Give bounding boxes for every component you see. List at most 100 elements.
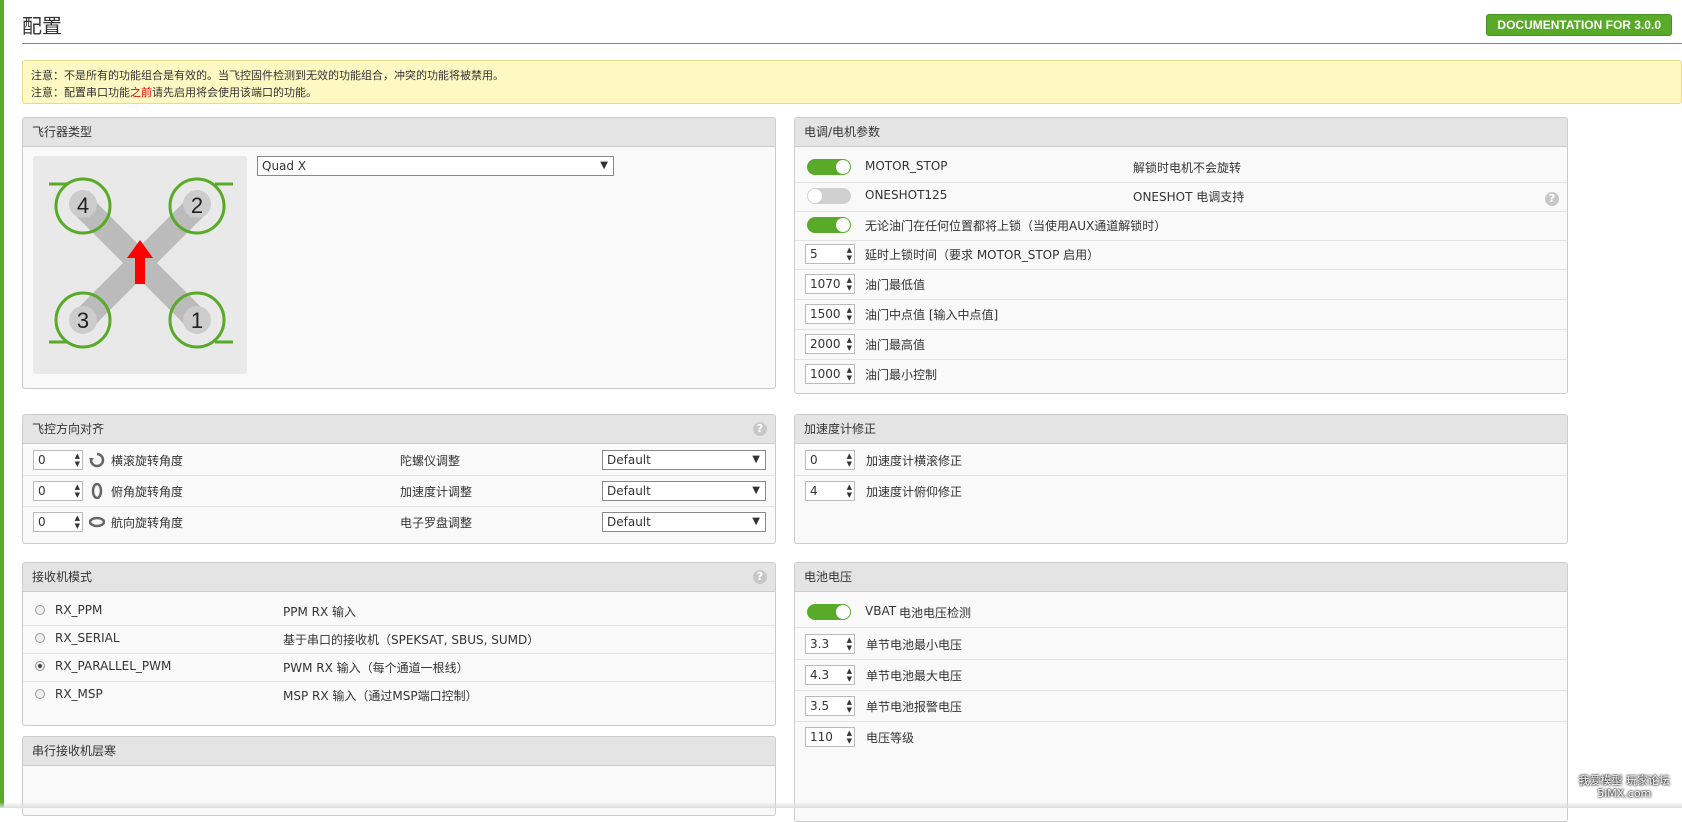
yaw-icon <box>89 516 105 528</box>
spinner-icon[interactable]: ▲ ▼ <box>847 667 852 683</box>
watermark-line: 我爱模型 玩家论坛 <box>1578 774 1671 787</box>
min-throttle-input[interactable]: 1070 ▲ ▼ <box>805 274 855 294</box>
vbat-label: VBAT <box>865 604 897 618</box>
vbat-row: VBAT 电池电压检测 <box>795 597 1567 628</box>
spinner-icon[interactable]: ▲ ▼ <box>847 306 852 322</box>
yaw-label: 航向旋转角度 <box>111 516 184 530</box>
motor-2-label: 2 <box>191 193 203 218</box>
chevron-down-icon: ▼ <box>752 454 760 465</box>
oneshot-toggle[interactable] <box>807 188 851 204</box>
panel-header: 接收机模式? <box>23 563 775 592</box>
note-highlight: 之前 <box>130 86 152 99</box>
battery-panel: 电池电压 VBAT 电池电压检测 3.3 ▲ ▼ 单节电池最小电压 4.3 ▲ ▼ 单节… <box>794 562 1568 822</box>
warning-cell-voltage-label: 单节电池报警电压 <box>866 700 963 714</box>
min-throttle-row: 1070 ▲ ▼ 油门最低值 <box>795 269 1567 300</box>
rx-option-ppm[interactable]: RX_PPM PPM RX 输入 <box>23 597 775 626</box>
max-cell-voltage-label: 单节电池最大电压 <box>866 669 963 683</box>
esc-motor-panel: 电调/电机参数 MOTOR_STOP 解锁时电机不会旋转 ONESHOT125 … <box>794 117 1568 394</box>
vbat-toggle[interactable] <box>807 604 851 620</box>
spinner-icon[interactable]: ▲ ▼ <box>847 246 852 262</box>
note-text: 请先启用将会使用该端口的功能。 <box>152 86 317 99</box>
rx-option-name: RX_PPM <box>55 603 103 617</box>
roll-label: 横滚旋转角度 <box>111 454 184 468</box>
roll-row: 0 ▲ ▼ 横滚旋转角度 陀螺仪调整 Default ▼ <box>23 445 775 476</box>
rx-option-name: RX_MSP <box>55 687 103 701</box>
rx-option-parallel-pwm[interactable]: RX_PARALLEL_PWM PWM RX 输入（每个通道一根线） <box>23 653 775 682</box>
min-command-input[interactable]: 1000 ▲ ▼ <box>805 364 855 384</box>
oneshot-desc: ONESHOT 电调支持 <box>1133 190 1245 204</box>
rx-ppm-radio[interactable] <box>35 605 45 615</box>
acc-roll-row: 0 ▲ ▼ 加速度计横滚修正 <box>795 445 1567 476</box>
note-line-2: 注意：配置串口功能之前请先启用将会使用该端口的功能。 <box>31 84 1673 101</box>
spinner-icon[interactable]: ▲ ▼ <box>847 483 852 499</box>
motor-1-label: 1 <box>191 308 203 333</box>
voltage-scale-input[interactable]: 110 ▲ ▼ <box>805 727 855 747</box>
rx-option-msp[interactable]: RX_MSP MSP RX 输入（通过MSP端口控制） <box>23 681 775 709</box>
roll-degrees-input[interactable]: 0 ▲ ▼ <box>33 450 83 470</box>
pitch-row: 0 ▲ ▼ 俯角旋转角度 加速度计调整 Default ▼ <box>23 476 775 507</box>
spinner-icon[interactable]: ▲ ▼ <box>75 452 80 468</box>
rx-option-desc: PWM RX 输入（每个通道一根线） <box>283 661 469 675</box>
help-icon[interactable]: ? <box>753 570 767 584</box>
warn-cell-row: 3.5 ▲ ▼ 单节电池报警电压 <box>795 691 1567 722</box>
rx-parallel-pwm-radio[interactable] <box>35 661 45 671</box>
input-value: 1000 <box>810 367 841 381</box>
max-throttle-input[interactable]: 2000 ▲ ▼ <box>805 334 855 354</box>
rx-msp-radio[interactable] <box>35 689 45 699</box>
rx-option-serial[interactable]: RX_SERIAL 基于串口的接收机（SPEKSAT, SBUS, SUMD） <box>23 625 775 654</box>
vbat-desc: 电池电压检测 <box>899 606 972 620</box>
mag-align-select[interactable]: Default ▼ <box>602 512 766 532</box>
panel-title: 接收机模式 <box>32 570 93 584</box>
min-cell-row: 3.3 ▲ ▼ 单节电池最小电压 <box>795 629 1567 660</box>
motor-4-label: 4 <box>77 193 89 218</box>
input-value: 5 <box>810 247 818 261</box>
arm-anyway-toggle[interactable] <box>807 217 851 233</box>
voltage-scale-label: 电压等级 <box>866 731 915 745</box>
mixer-select[interactable]: Quad X ▼ <box>257 156 614 176</box>
acc-align-select[interactable]: Default ▼ <box>602 481 766 501</box>
rx-option-desc: PPM RX 输入 <box>283 605 357 619</box>
warning-cell-voltage-input[interactable]: 3.5 ▲ ▼ <box>805 696 855 716</box>
spinner-icon[interactable]: ▲ ▼ <box>75 483 80 499</box>
aircraft-type-panel: 飞行器类型 4 2 3 1 Quad X ▼ <box>22 117 776 389</box>
mid-throttle-input[interactable]: 1500 ▲ ▼ <box>805 304 855 324</box>
pitch-label: 俯角旋转角度 <box>111 485 184 499</box>
acc-roll-trim-label: 加速度计横滚修正 <box>866 454 963 468</box>
disarm-delay-label: 延时上锁时间（要求 MOTOR_STOP 启用） <box>865 248 1100 262</box>
documentation-button[interactable]: DOCUMENTATION FOR 3.0.0 <box>1486 14 1672 36</box>
mid-throttle-row: 1500 ▲ ▼ 油门中点值 [输入中点值] <box>795 299 1567 330</box>
spinner-icon[interactable]: ▲ ▼ <box>847 452 852 468</box>
help-icon[interactable]: ? <box>753 422 767 436</box>
input-value: 0 <box>810 453 818 467</box>
spinner-icon[interactable]: ▲ ▼ <box>847 336 852 352</box>
disarm-delay-input[interactable]: 5 ▲ ▼ <box>805 244 855 264</box>
pitch-degrees-input[interactable]: 0 ▲ ▼ <box>33 481 83 501</box>
motor-stop-label: MOTOR_STOP <box>865 159 948 173</box>
spinner-icon[interactable]: ▲ ▼ <box>847 636 852 652</box>
spinner-icon[interactable]: ▲ ▼ <box>847 366 852 382</box>
voltage-scale-row: 110 ▲ ▼ 电压等级 <box>795 722 1567 752</box>
motor-stop-toggle[interactable] <box>807 159 851 175</box>
panel-header: 串行接收机层寒 <box>23 737 775 766</box>
spinner-icon[interactable]: ▲ ▼ <box>75 514 80 530</box>
note-line-1: 注意：不是所有的功能组合是有效的。当飞控固件检测到无效的功能组合，冲突的功能将被… <box>31 69 504 82</box>
help-icon[interactable]: ? <box>1545 192 1559 206</box>
spinner-icon[interactable]: ▲ ▼ <box>847 276 852 292</box>
gyro-align-select[interactable]: Default ▼ <box>602 450 766 470</box>
acc-trim-panel: 加速度计修正 0 ▲ ▼ 加速度计横滚修正 4 ▲ ▼ 加速度计俯仰修正 <box>794 414 1568 544</box>
max-cell-voltage-input[interactable]: 4.3 ▲ ▼ <box>805 665 855 685</box>
yaw-degrees-input[interactable]: 0 ▲ ▼ <box>33 512 83 532</box>
rx-option-name: RX_SERIAL <box>55 631 120 645</box>
input-value: 3.3 <box>810 637 830 651</box>
input-value: 3.5 <box>810 699 830 713</box>
panel-header: 电调/电机参数 <box>795 118 1567 147</box>
acc-pitch-trim-input[interactable]: 4 ▲ ▼ <box>805 481 855 501</box>
acc-pitch-trim-label: 加速度计俯仰修正 <box>866 485 963 499</box>
min-cell-voltage-input[interactable]: 3.3 ▲ ▼ <box>805 634 855 654</box>
rx-serial-radio[interactable] <box>35 633 45 643</box>
spinner-icon[interactable]: ▲ ▼ <box>847 729 852 745</box>
acc-roll-trim-input[interactable]: 0 ▲ ▼ <box>805 450 855 470</box>
spinner-icon[interactable]: ▲ ▼ <box>847 698 852 714</box>
input-value: 1070 <box>810 277 841 291</box>
page-title: 配置 <box>22 14 62 38</box>
